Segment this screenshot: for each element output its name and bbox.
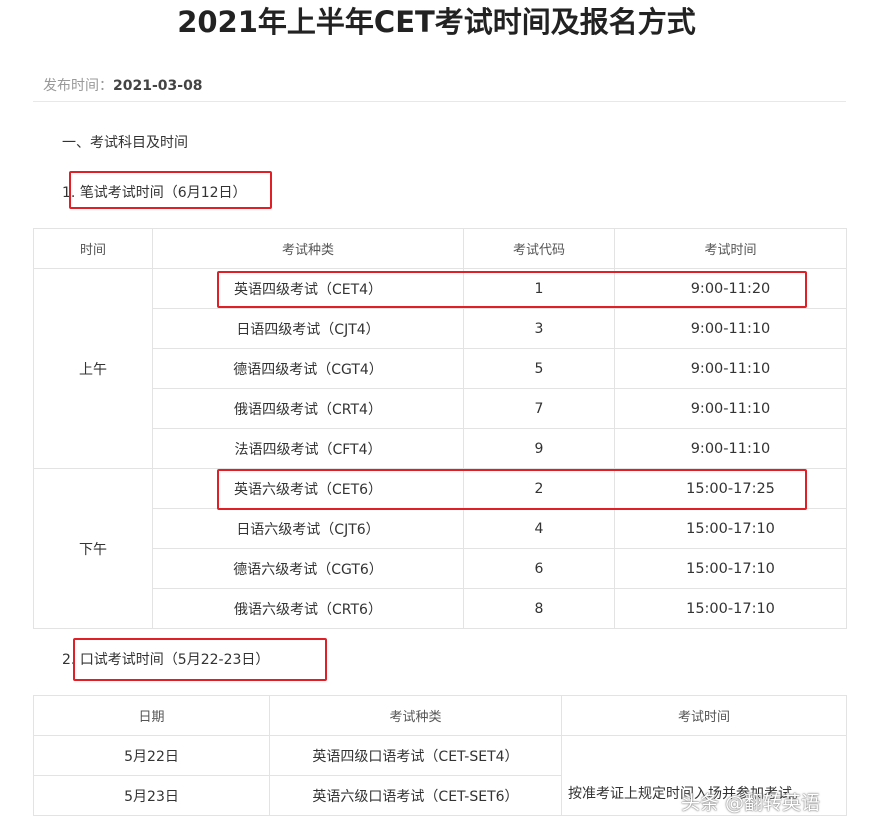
exam-time-cell: 15:00-17:10: [614, 588, 847, 629]
oral-heading-number: 2.: [62, 652, 76, 668]
header-date: 日期: [33, 695, 270, 736]
exam-type-cell: 英语四级口语考试（CET-SET4）: [269, 735, 562, 776]
exam-time-cell: 15:00-17:10: [614, 548, 847, 589]
exam-type-cell: 法语四级考试（CFT4）: [152, 428, 464, 469]
exam-type-cell: 英语六级考试（CET6）: [152, 468, 464, 509]
page-title: 2021年上半年CET考试时间及报名方式: [177, 5, 696, 39]
morning-label: 上午: [33, 268, 153, 469]
table-row: 5月22日 英语四级口语考试（CET-SET4） 按准考证上规定时间入场并参加考…: [33, 735, 847, 816]
table-row: 日语四级考试（CJT4） 3 9:00-11:10: [34, 308, 847, 349]
exam-type-cell: 英语六级口语考试（CET-SET6）: [269, 775, 562, 816]
table-row: 德语四级考试（CGT4） 5 9:00-11:10: [34, 348, 847, 389]
header-exam-time: 考试时间: [561, 695, 847, 736]
exam-time-cell: 9:00-11:10: [614, 388, 847, 429]
exam-time-cell: 9:00-11:10: [614, 428, 847, 469]
exam-type-cell: 德语六级考试（CGT6）: [152, 548, 464, 589]
written-heading-number: 1.: [62, 185, 76, 201]
exam-code-cell: 3: [463, 308, 615, 349]
oral-heading-text: 口试考试时间（5月22-23日）: [79, 652, 270, 668]
exam-time-cell: 15:00-17:10: [614, 508, 847, 549]
exam-code-cell: 9: [463, 428, 615, 469]
publish-info: 发布时间：2021-03-08: [43, 76, 203, 96]
table-row: 俄语六级考试（CRT6） 8 15:00-17:10: [34, 588, 847, 629]
exam-type-cell: 英语四级考试（CET4）: [152, 268, 464, 309]
table-row: 上午 英语四级考试（CET4） 1 9:00-11:20: [33, 268, 847, 469]
exam-code-cell: 5: [463, 348, 615, 389]
exam-date-cell: 5月23日: [33, 775, 270, 816]
table-header-row: 时间 考试种类 考试代码 考试时间: [33, 228, 847, 269]
exam-type-cell: 德语四级考试（CGT4）: [152, 348, 464, 389]
table-row: 法语四级考试（CFT4） 9 9:00-11:10: [34, 428, 847, 469]
header-exam-type: 考试种类: [152, 228, 464, 269]
exam-type-cell: 俄语六级考试（CRT6）: [152, 588, 464, 629]
exam-code-cell: 4: [463, 508, 615, 549]
exam-code-cell: 8: [463, 588, 615, 629]
written-heading-text: 笔试考试时间（6月12日）: [79, 185, 247, 201]
exam-type-cell: 日语四级考试（CJT4）: [152, 308, 464, 349]
exam-time-cell: 15:00-17:25: [614, 468, 847, 509]
exam-code-cell: 2: [463, 468, 615, 509]
table-row: 德语六级考试（CGT6） 6 15:00-17:10: [34, 548, 847, 589]
written-exam-table: 时间 考试种类 考试代码 考试时间 上午 英语四级考试（CET4） 1 9:00…: [33, 228, 847, 629]
header-time: 时间: [33, 228, 153, 269]
exam-time-cell: 9:00-11:10: [614, 308, 847, 349]
table-header-row: 日期 考试种类 考试时间: [33, 695, 847, 736]
header-exam-time: 考试时间: [614, 228, 847, 269]
written-exam-heading: 1. 笔试考试时间（6月12日）: [62, 183, 247, 203]
table-row: 下午 英语六级考试（CET6） 2 15:00-17:25: [33, 468, 847, 629]
section-heading: 一、考试科目及时间: [62, 135, 188, 151]
publish-date: 2021-03-08: [113, 78, 203, 94]
exam-time-cell: 9:00-11:20: [614, 268, 847, 309]
afternoon-label: 下午: [33, 468, 153, 629]
exam-date-cell: 5月22日: [33, 735, 270, 776]
header-exam-code: 考试代码: [463, 228, 615, 269]
oral-exam-heading: 2. 口试考试时间（5月22-23日）: [62, 650, 269, 670]
exam-time-cell: 9:00-11:10: [614, 348, 847, 389]
exam-type-cell: 日语六级考试（CJT6）: [152, 508, 464, 549]
header-exam-type: 考试种类: [269, 695, 562, 736]
exam-code-cell: 1: [463, 268, 615, 309]
watermark: 头条 @翻转英语: [681, 792, 821, 814]
exam-type-cell: 俄语四级考试（CRT4）: [152, 388, 464, 429]
publish-label: 发布时间：: [43, 78, 113, 94]
exam-code-cell: 6: [463, 548, 615, 589]
exam-code-cell: 7: [463, 388, 615, 429]
divider: [33, 101, 846, 102]
table-row: 日语六级考试（CJT6） 4 15:00-17:10: [34, 508, 847, 549]
table-row: 俄语四级考试（CRT4） 7 9:00-11:10: [34, 388, 847, 429]
